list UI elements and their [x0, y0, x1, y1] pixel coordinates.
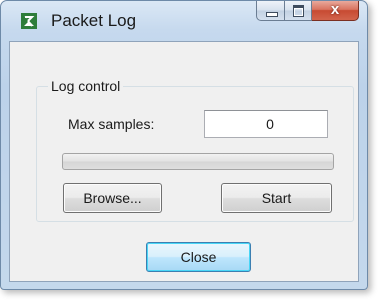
browse-button[interactable]: Browse... [63, 183, 162, 213]
caption-buttons: x [256, 1, 359, 21]
max-samples-label: Max samples: [68, 116, 155, 132]
max-samples-input[interactable]: 0 [204, 110, 328, 138]
close-icon: x [330, 1, 340, 18]
packet-log-app-icon [21, 13, 37, 29]
start-button[interactable]: Start [221, 183, 332, 213]
minimize-button[interactable] [256, 1, 285, 21]
close-window-button[interactable]: x [312, 1, 359, 21]
window-title: Packet Log [51, 11, 137, 30]
maximize-icon [293, 5, 304, 17]
close-button[interactable]: Close [146, 242, 251, 272]
log-progress-bar [62, 153, 334, 170]
title-bar[interactable]: Packet Log x [1, 1, 367, 41]
log-control-group-label: Log control [48, 78, 124, 94]
maximize-button[interactable] [285, 1, 312, 21]
minimize-icon [266, 12, 278, 17]
